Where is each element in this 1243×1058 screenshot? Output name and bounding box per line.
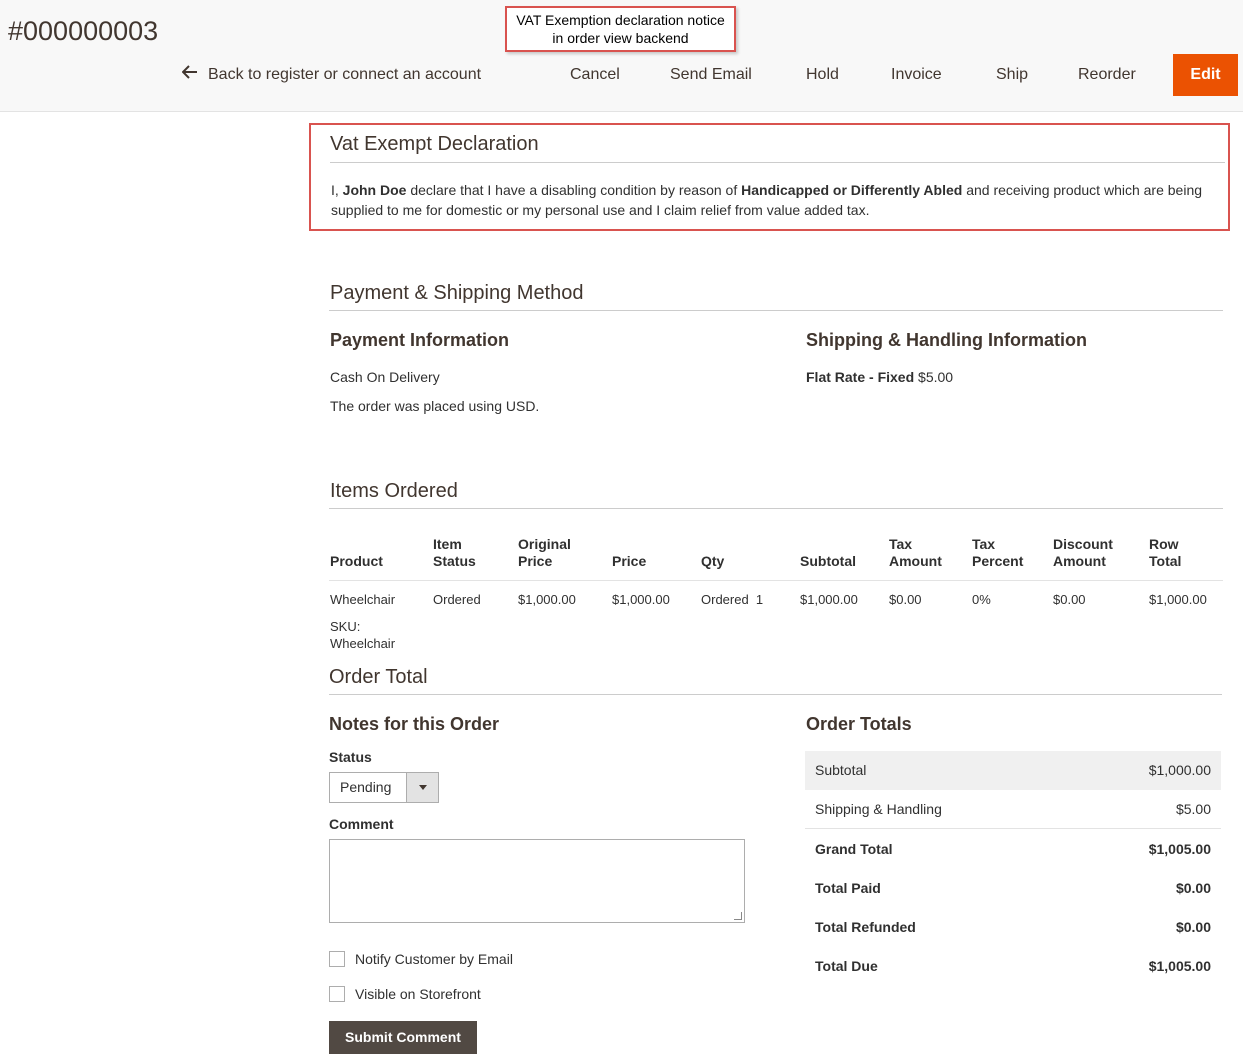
cell-tax-percent: 0% [972, 592, 991, 607]
totals-row-subtotal: Subtotal $1,000.00 [805, 751, 1221, 790]
cell-sku: Wheelchair [330, 636, 396, 651]
invoice-button[interactable]: Invoice [891, 54, 942, 96]
page-header: #000000003 VAT Exemption declaration not… [0, 0, 1243, 112]
currency-note: The order was placed using USD. [330, 398, 540, 414]
exemption-reason: Handicapped or Differently Abled [741, 182, 963, 198]
col-tax-amount: Tax Amount [889, 536, 942, 569]
edit-button[interactable]: Edit [1173, 54, 1238, 96]
status-select-value: Pending [340, 779, 392, 795]
totals-row-total-due: Total Due $1,005.00 [815, 958, 1211, 974]
status-label: Status [329, 749, 372, 765]
back-button[interactable]: Back to register or connect an account [181, 54, 482, 96]
cell-discount: $0.00 [1053, 592, 1086, 607]
comment-label: Comment [329, 816, 394, 832]
order-total-title: Order Total [329, 666, 428, 688]
comment-textarea[interactable] [329, 839, 745, 923]
col-product: Product [330, 553, 383, 569]
totals-row-grand-total: Grand Total $1,005.00 [815, 841, 1211, 857]
visible-storefront-label[interactable]: Visible on Storefront [355, 986, 481, 1002]
divider [329, 694, 1222, 695]
totals-row-total-refunded: Total Refunded $0.00 [815, 919, 1211, 935]
notify-customer-label[interactable]: Notify Customer by Email [355, 951, 513, 967]
payment-method: Cash On Delivery [330, 369, 440, 385]
notes-title: Notes for this Order [329, 714, 500, 734]
chevron-down-icon [406, 773, 438, 802]
cell-qty: Ordered 1 [701, 592, 764, 607]
vat-exempt-declaration: Vat Exempt Declaration I, John Doe decla… [309, 123, 1230, 231]
divider [330, 162, 1225, 163]
col-subtotal: Subtotal [800, 553, 856, 569]
cell-price: $1,000.00 [612, 592, 670, 607]
reorder-button[interactable]: Reorder [1078, 54, 1136, 96]
shipping-info-title: Shipping & Handling Information [806, 330, 1087, 350]
notify-customer-checkbox[interactable] [329, 951, 345, 967]
back-button-label: Back to register or connect an account [208, 66, 482, 83]
order-totals-title: Order Totals [806, 714, 912, 734]
cell-subtotal: $1,000.00 [800, 592, 858, 607]
cell-sku-label: SKU: [330, 619, 361, 634]
annotation-callout: VAT Exemption declaration notice in orde… [505, 6, 736, 52]
shipping-method: Flat Rate - Fixed $5.00 [806, 369, 954, 385]
totals-row-shipping: Shipping & Handling $5.00 [805, 790, 1221, 829]
visible-storefront-checkbox[interactable] [329, 986, 345, 1002]
vat-declaration-text: I, John Doe declare that I have a disabl… [331, 182, 1203, 218]
submit-comment-button[interactable]: Submit Comment [329, 1021, 477, 1054]
payment-shipping-title: Payment & Shipping Method [330, 282, 584, 304]
send-email-button[interactable]: Send Email [670, 54, 752, 96]
col-item-status: Item Status [433, 536, 476, 569]
resize-grip-icon[interactable] [734, 912, 742, 920]
payment-info-title: Payment Information [330, 330, 510, 350]
cell-tax-amount: $0.00 [889, 592, 922, 607]
page-title: #000000003 [8, 16, 159, 46]
totals-row-total-paid: Total Paid $0.00 [815, 880, 1211, 896]
items-ordered-title: Items Ordered [330, 480, 458, 502]
ship-button[interactable]: Ship [996, 54, 1028, 96]
divider [329, 508, 1223, 509]
vat-section-title: Vat Exempt Declaration [330, 133, 539, 155]
col-original-price: Original Price [518, 536, 571, 569]
col-row-total: Row Total [1149, 536, 1182, 569]
col-price: Price [612, 553, 647, 569]
cell-row-total: $1,000.00 [1149, 592, 1207, 607]
cell-status: Ordered [433, 592, 481, 607]
divider [329, 310, 1223, 311]
status-select[interactable]: Pending [329, 772, 439, 803]
col-qty: Qty [701, 553, 725, 569]
divider [329, 580, 1223, 581]
customer-name: John Doe [342, 182, 407, 198]
col-tax-percent: Tax Percent [972, 536, 1024, 569]
hold-button[interactable]: Hold [806, 54, 839, 96]
arrow-left-icon [181, 54, 198, 96]
callout-line-2: in order view backend [552, 30, 689, 46]
callout-line-1: VAT Exemption declaration notice [516, 12, 725, 28]
cancel-button[interactable]: Cancel [570, 54, 620, 96]
cell-product: Wheelchair [330, 592, 396, 607]
col-discount-amount: Discount Amount [1053, 536, 1113, 569]
cell-original-price: $1,000.00 [518, 592, 576, 607]
